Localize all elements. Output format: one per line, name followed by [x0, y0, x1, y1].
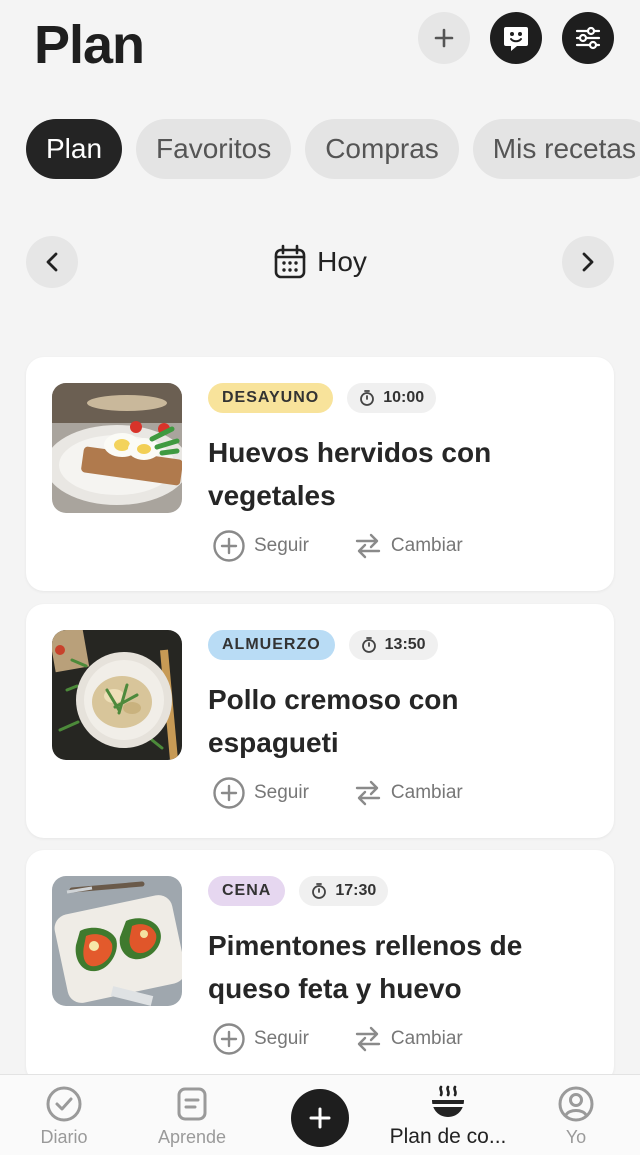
date-selector[interactable]: Hoy	[0, 244, 640, 280]
recipe-image	[52, 630, 182, 760]
chevron-left-icon	[46, 252, 58, 272]
date-label: Hoy	[317, 246, 367, 277]
meal-time: 10:00	[383, 389, 425, 406]
recipe-title[interactable]: Pollo cremoso con espagueti	[208, 678, 588, 764]
add-entry-button[interactable]	[291, 1089, 349, 1147]
sliders-icon	[575, 26, 601, 50]
follow-label: Seguir	[254, 782, 309, 803]
change-button[interactable]: Cambiar	[353, 1022, 463, 1056]
note-icon	[177, 1087, 207, 1121]
tab-favoritos[interactable]: Favoritos	[136, 119, 292, 179]
meal-actions: Seguir Cambiar	[212, 1022, 463, 1056]
swap-arrows-icon	[355, 780, 381, 806]
calendar-icon	[274, 244, 306, 279]
bottom-nav: Diario Aprende Plan de co... Yo	[0, 1074, 640, 1155]
plus-circle-icon	[213, 777, 245, 809]
time-badge: 13:50	[348, 630, 438, 660]
nav-plan-de-comidas[interactable]: Plan de co...	[384, 1085, 512, 1149]
swap-arrows-icon	[355, 1026, 381, 1052]
nav-label: Yo	[565, 1127, 587, 1147]
meal-type-badge: ALMUERZO	[208, 630, 335, 660]
follow-button[interactable]: Seguir	[212, 1022, 309, 1056]
tab-compras[interactable]: Compras	[305, 119, 459, 179]
meal-card-almuerzo[interactable]: ALMUERZO 13:50 Pollo cremoso con espague…	[26, 604, 614, 838]
follow-button[interactable]: Seguir	[212, 529, 309, 563]
header: Plan	[0, 0, 640, 100]
meal-type-badge: CENA	[208, 876, 286, 906]
follow-label: Seguir	[254, 1028, 309, 1049]
time-badge: 17:30	[299, 876, 389, 906]
chat-bot-button[interactable]	[490, 12, 542, 64]
change-button[interactable]: Cambiar	[353, 776, 463, 810]
user-circle-icon	[558, 1086, 594, 1122]
meal-badges: CENA 17:30	[208, 876, 389, 906]
change-label: Cambiar	[390, 535, 463, 556]
tab-bar: Plan Favoritos Compras Mis recetas	[26, 119, 640, 179]
bowl-icon	[432, 1085, 464, 1117]
stopwatch-icon	[360, 390, 375, 406]
chevron-right-icon	[582, 252, 594, 272]
filter-button[interactable]	[562, 12, 614, 64]
plus-circle-icon	[213, 1023, 245, 1055]
plus-circle-icon	[213, 530, 245, 562]
nav-aprende[interactable]: Aprende	[128, 1085, 256, 1148]
stopwatch-icon	[361, 637, 376, 653]
plus-icon	[309, 1107, 331, 1129]
stopwatch-icon	[312, 883, 327, 899]
meal-actions: Seguir Cambiar	[212, 529, 463, 563]
change-label: Cambiar	[390, 782, 463, 803]
tab-mis-recetas[interactable]: Mis recetas	[472, 119, 640, 179]
nav-label: Aprende	[157, 1127, 227, 1147]
meal-card-cena[interactable]: CENA 17:30 Pimentones rellenos de queso …	[26, 850, 614, 1084]
recipe-image	[52, 876, 182, 1006]
meal-badges: DESAYUNO 10:00	[208, 383, 437, 413]
follow-button[interactable]: Seguir	[212, 776, 309, 810]
meal-time: 13:50	[384, 636, 426, 653]
plus-icon	[434, 28, 454, 48]
tab-plan[interactable]: Plan	[26, 119, 123, 179]
nav-label: Diario	[40, 1127, 88, 1147]
change-label: Cambiar	[390, 1028, 463, 1049]
time-badge: 10:00	[347, 383, 437, 413]
previous-day-button[interactable]	[26, 236, 78, 288]
page-title: Plan	[34, 15, 145, 75]
meal-actions: Seguir Cambiar	[212, 776, 463, 810]
meal-type-badge: DESAYUNO	[208, 383, 334, 413]
nav-diario[interactable]: Diario	[0, 1085, 128, 1148]
add-button[interactable]	[418, 12, 470, 64]
chat-bot-icon	[504, 27, 528, 51]
nav-label: Plan de co...	[389, 1125, 507, 1148]
recipe-title[interactable]: Huevos hervidos con vegetales	[208, 431, 588, 517]
next-day-button[interactable]	[562, 236, 614, 288]
nav-yo[interactable]: Yo	[512, 1085, 640, 1148]
date-navigator: Hoy	[0, 236, 640, 292]
recipe-image	[52, 383, 182, 513]
check-circle-icon	[46, 1086, 82, 1122]
meal-time: 17:30	[335, 882, 377, 899]
change-button[interactable]: Cambiar	[353, 529, 463, 563]
meal-card-desayuno[interactable]: DESAYUNO 10:00 Huevos hervidos con veget…	[26, 357, 614, 591]
meal-badges: ALMUERZO 13:50	[208, 630, 438, 660]
swap-arrows-icon	[355, 533, 381, 559]
follow-label: Seguir	[254, 535, 309, 556]
recipe-title[interactable]: Pimentones rellenos de queso feta y huev…	[208, 924, 588, 1010]
